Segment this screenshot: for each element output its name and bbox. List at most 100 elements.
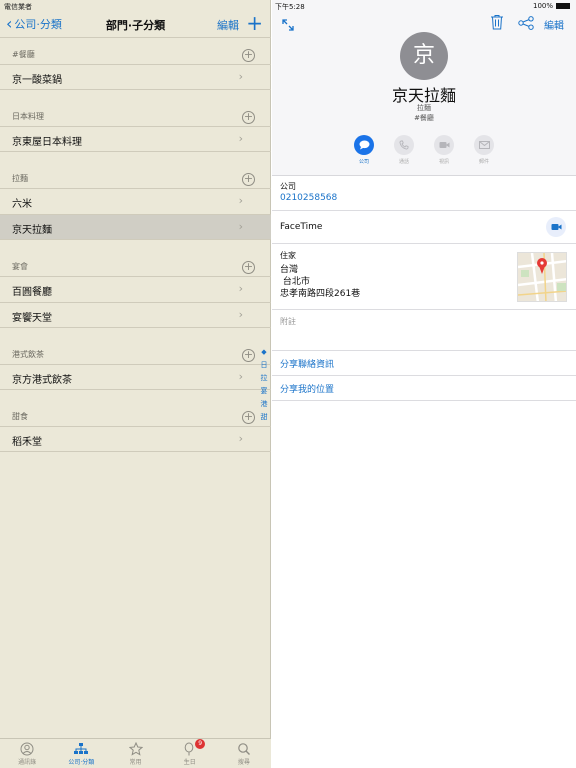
battery-percent: 100% [532,2,553,10]
star-icon [108,739,162,757]
section-index[interactable]: ◆ 日 拉 宴 港 甜 [258,346,270,424]
add-circle-icon[interactable]: + [242,349,255,362]
status-time: 下午5:28 [275,3,305,11]
battery-status: 100% [533,2,570,10]
mail-button[interactable]: 郵件 [470,135,498,165]
index-entry[interactable]: 日 [258,359,270,372]
section-banquet: 宴會 + 百圓餐廳 › 宴饗天堂 › [0,251,271,328]
share-contact-button[interactable]: 分享聯絡資訊 [272,351,576,376]
facetime-video-button[interactable] [546,217,566,237]
index-entry[interactable]: 拉 [258,372,270,385]
share-icon[interactable] [518,15,534,34]
phone-field: 公司 0210258568 [272,177,576,211]
list-item-selected[interactable]: 京天拉麵 › [0,214,271,240]
status-bar: 電信業者 [0,0,271,12]
edit-contact-button[interactable]: 編輯 [544,17,564,32]
tab-label: 公司·分類 [68,759,95,766]
action-label: 通話 [398,159,409,165]
add-circle-icon[interactable]: + [242,411,255,424]
tab-label: 搜尋 [237,759,250,766]
add-circle-icon[interactable]: + [242,49,255,62]
chevron-right-icon: › [238,308,243,321]
section-dessert: 甜食 + 稻禾堂 › [0,401,271,452]
chevron-right-icon: › [238,282,243,295]
chevron-right-icon: › [238,132,243,145]
section-header: 宴會 + [0,251,271,276]
action-label: 公司 [358,159,369,165]
section-title: 日本料理 [12,112,44,121]
section-header: 日本料理 + [0,101,271,126]
list-item-label: 京一酸菜鍋 [12,75,62,86]
avatar: 京 [400,32,448,80]
address-line-3: 忠孝南路四段261巷 [280,289,361,299]
tab-company-category[interactable]: 公司·分類 [54,739,108,768]
list-item-label: 京天拉麵 [12,225,52,236]
index-entry[interactable]: 宴 [258,385,270,398]
phone-number-link[interactable]: 0210258568 [280,193,337,203]
list-item[interactable]: 宴饗天堂 › [0,302,271,328]
tab-bar: 通訊錄 公司·分類 常用 9 生日 搜尋 [0,738,271,768]
section-ramen: 拉麵 + 六米 › 京天拉麵 › [0,163,271,240]
section-list: #餐廳 + 京一酸菜鍋 › 日本料理 + 京東屋日本料理 › 拉麵 + 六米 ›… [0,39,271,463]
share-location-label: 分享我的位置 [280,385,335,395]
message-icon [354,135,374,155]
share-location-button[interactable]: 分享我的位置 [272,376,576,401]
message-button[interactable]: 公司 [350,135,378,165]
contact-department: 拉麵 [417,104,431,112]
tab-favorites[interactable]: 常用 [108,739,162,768]
facetime-field: FaceTime [272,211,576,244]
section-dimsum: 港式飲茶 + 京方港式飲茶 › [0,339,271,390]
tab-label: 生日 [183,759,196,766]
tab-search[interactable]: 搜尋 [217,739,271,768]
list-item-label: 京方港式飲茶 [12,375,72,386]
section-title: 港式飲茶 [12,350,44,359]
call-button[interactable]: 通話 [390,135,418,165]
add-circle-icon[interactable]: + [242,173,255,186]
contact-company: #餐廳 [414,114,434,122]
chevron-right-icon: › [238,220,243,233]
phone-label: 公司 [280,182,296,191]
list-item-label: 百圓餐廳 [12,287,52,298]
list-item-label: 稻禾堂 [12,437,42,448]
list-item-label: 宴饗天堂 [12,313,52,324]
tab-birthdays[interactable]: 9 生日 [163,739,217,768]
add-circle-icon[interactable]: + [242,261,255,274]
expand-icon[interactable] [282,16,294,35]
section-title: #餐廳 [12,50,35,59]
section-header: 拉麵 + [0,163,271,188]
chevron-right-icon: › [238,370,243,383]
section-header: 甜食 + [0,401,271,426]
index-entry[interactable]: ◆ [258,346,270,359]
list-item[interactable]: 京一酸菜鍋 › [0,64,271,90]
video-icon [434,135,454,155]
list-item[interactable]: 六米 › [0,188,271,214]
tab-contacts[interactable]: 通訊錄 [0,739,54,768]
index-entry[interactable]: 甜 [258,411,270,424]
video-camera-icon [551,224,561,230]
list-item[interactable]: 百圓餐廳 › [0,276,271,302]
phone-icon [394,135,414,155]
video-button[interactable]: 視訊 [430,135,458,165]
contact-detail-pane: 下午5:28 100% 編輯 京 京天拉麵 拉麵 #餐廳 公司 通話 視訊 郵件… [272,0,576,768]
add-circle-icon[interactable]: + [242,111,255,124]
share-contact-label: 分享聯絡資訊 [280,360,335,370]
add-button[interactable]: + [246,12,263,34]
battery-icon [556,3,570,9]
section-title: 宴會 [12,262,28,271]
trash-icon[interactable] [490,14,504,34]
section-restaurant: #餐廳 + 京一酸菜鍋 › [0,39,271,90]
notes-field[interactable]: 附註 [272,310,576,351]
address-field[interactable]: 住家 台灣 台北市 忠孝南路四段261巷 [272,244,576,310]
list-item[interactable]: 京東屋日本料理 › [0,126,271,152]
person-icon [0,739,54,757]
search-icon [217,739,271,757]
section-header: #餐廳 + [0,39,271,64]
org-chart-icon [54,739,108,757]
index-entry[interactable]: 港 [258,398,270,411]
quick-actions: 公司 通話 視訊 郵件 [350,135,498,165]
map-thumbnail[interactable] [517,252,567,302]
list-item[interactable]: 京方港式飲茶 › [0,364,271,390]
edit-button[interactable]: 編輯 [217,17,239,33]
contact-header: 下午5:28 100% 編輯 京 京天拉麵 拉麵 #餐廳 公司 通話 視訊 郵件 [272,0,576,176]
list-item[interactable]: 稻禾堂 › [0,426,271,452]
